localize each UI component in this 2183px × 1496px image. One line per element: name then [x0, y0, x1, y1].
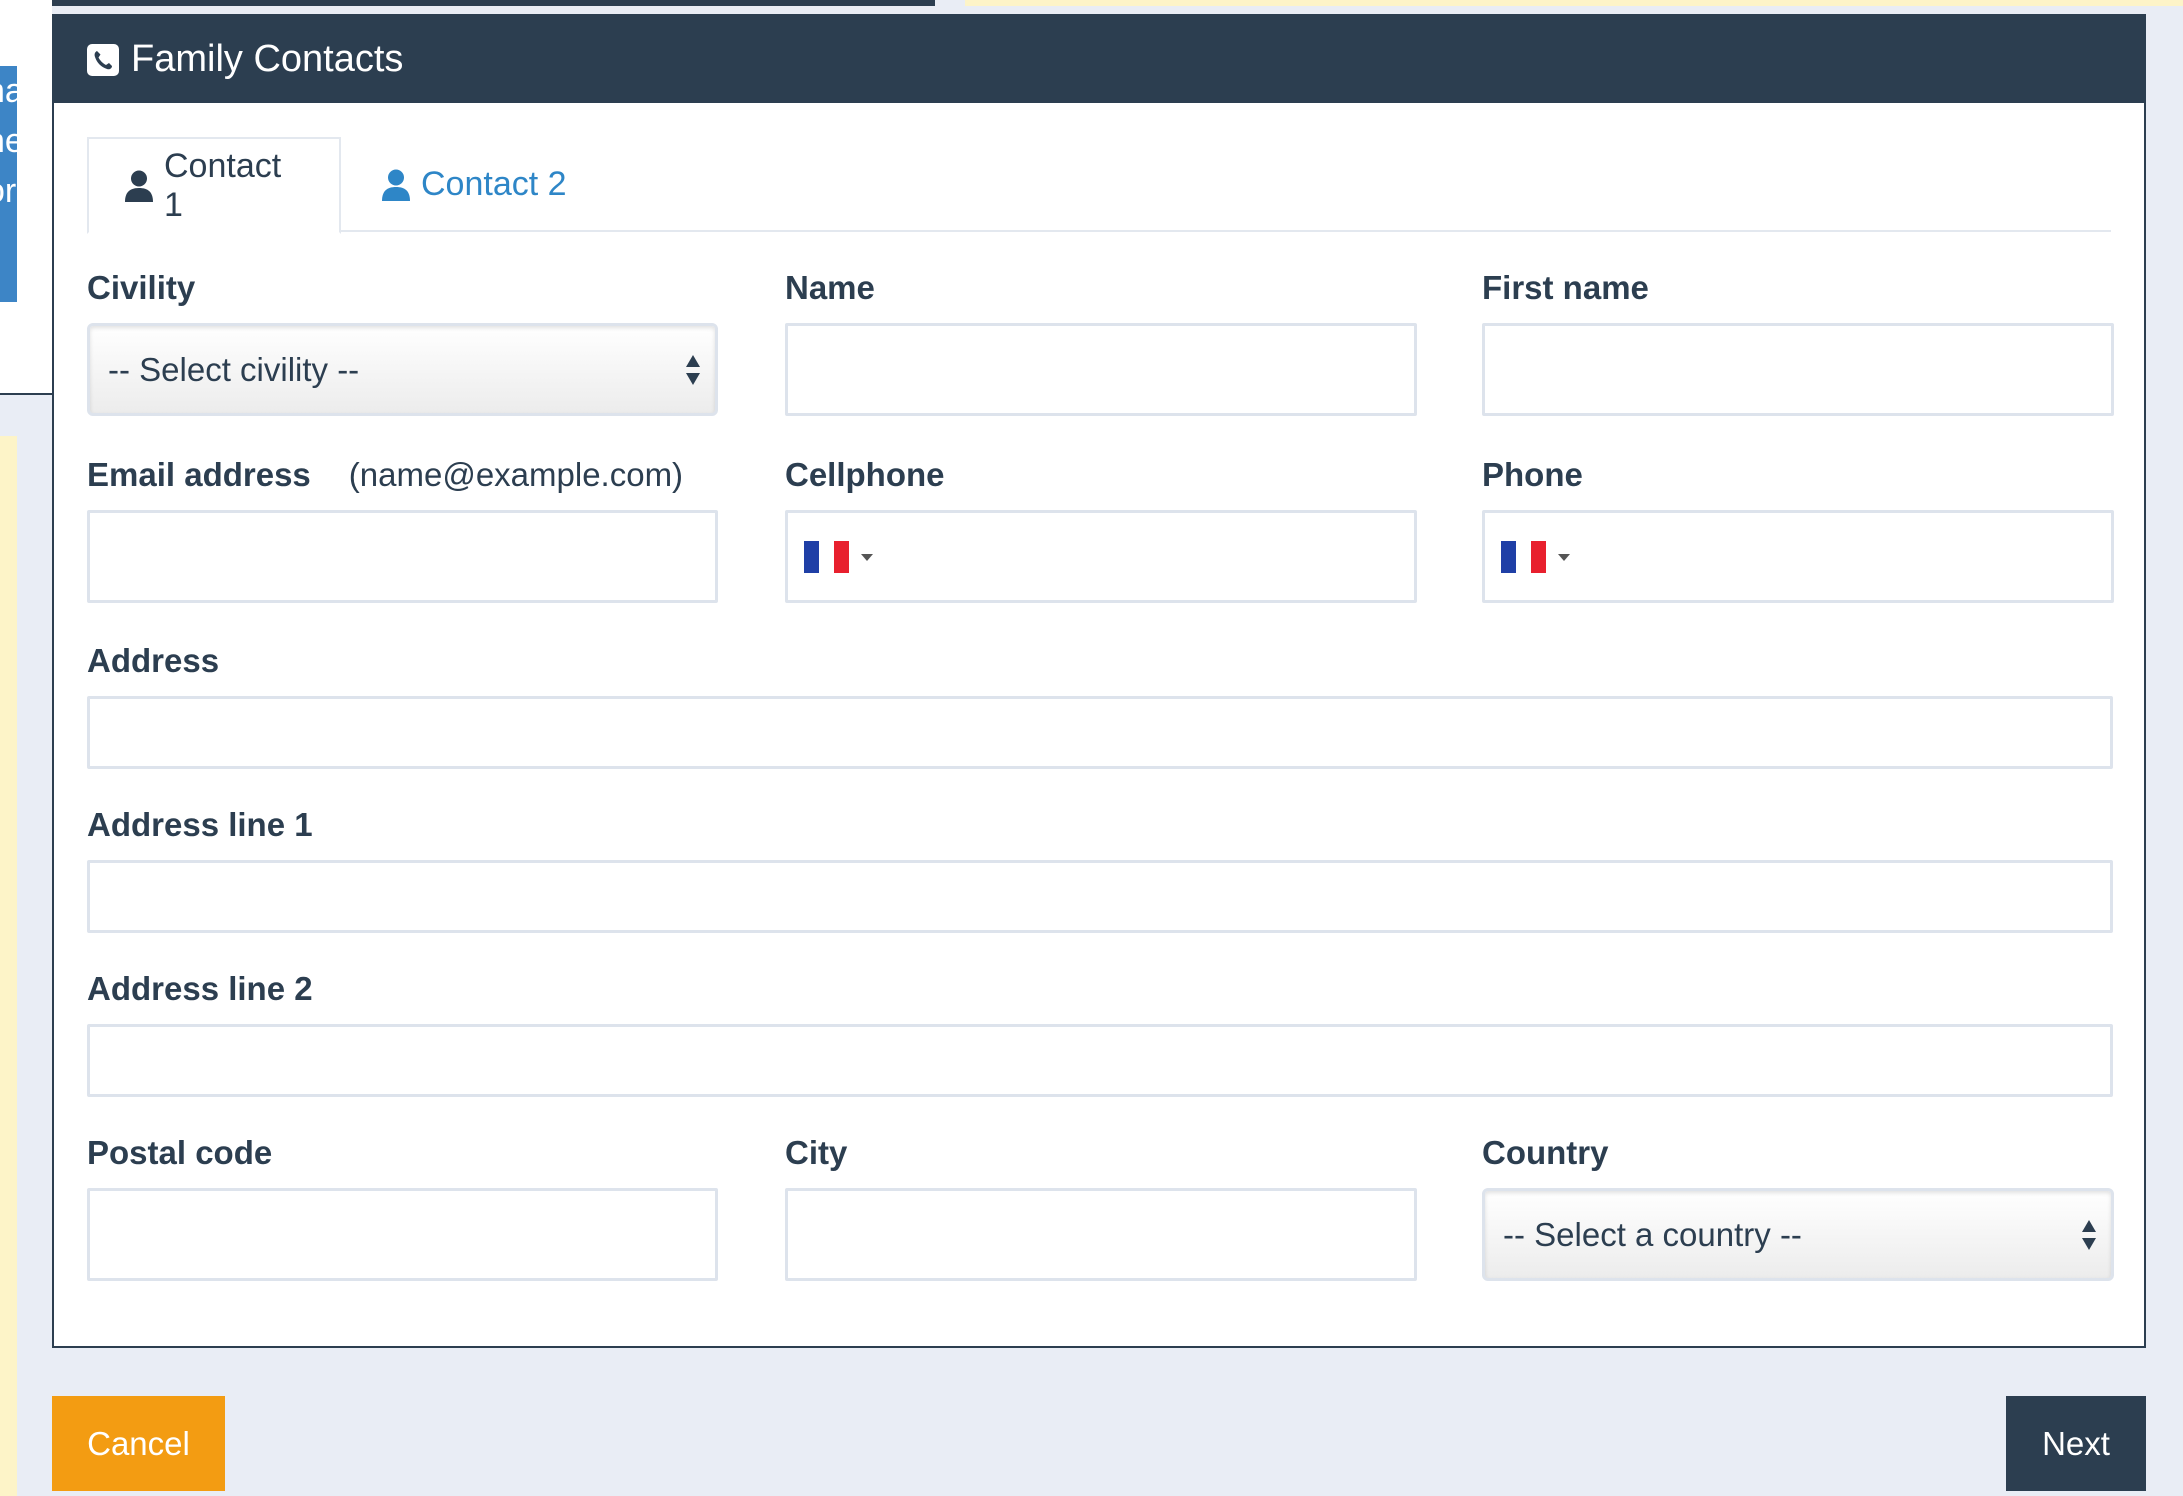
tab-contact-1[interactable]: Contact 1: [87, 137, 341, 234]
cellphone-field: Cellphone: [785, 456, 945, 494]
address-label: Address: [87, 642, 220, 679]
cancel-button[interactable]: Cancel: [52, 1396, 225, 1491]
email-label-text: Email address: [87, 456, 311, 493]
france-flag-icon: [804, 541, 819, 573]
email-field: Email address (name@example.com): [87, 456, 683, 494]
tab-contact-2[interactable]: Contact 2: [341, 137, 601, 232]
family-contacts-panel: Family Contacts Contact 1 Contact 2 Civi…: [52, 14, 2146, 1348]
cellphone-label: Cellphone: [785, 456, 945, 493]
france-flag-icon: [1501, 541, 1516, 573]
address-field: Address: [87, 642, 219, 680]
name-label: Name: [785, 269, 875, 306]
first-name-label: First name: [1482, 269, 1649, 306]
country-flag-dropdown[interactable]: [804, 541, 873, 573]
first-name-field: First name: [1482, 269, 1649, 307]
city-label: City: [785, 1134, 848, 1171]
postal-code-field: Postal code: [87, 1134, 272, 1172]
city-field: City: [785, 1134, 847, 1172]
address-line-2-input[interactable]: [87, 1024, 2113, 1097]
background-text: or: [0, 172, 17, 210]
select-arrows-icon: [2082, 1219, 2096, 1250]
address-line-1-field: Address line 1: [87, 806, 313, 844]
background-text: he: [0, 122, 17, 160]
cellphone-input[interactable]: [785, 510, 1417, 603]
panel-body: Contact 1 Contact 2: [54, 103, 2144, 234]
country-select[interactable]: -- Select a country --: [1482, 1188, 2114, 1281]
tab-label: Contact 2: [421, 165, 567, 203]
country-flag-dropdown[interactable]: [1501, 541, 1570, 573]
email-hint: (name@example.com): [348, 456, 684, 493]
civility-select[interactable]: -- Select civility --: [87, 323, 718, 416]
panel-title: Family Contacts: [131, 38, 404, 80]
civility-select-value: -- Select civility --: [108, 350, 360, 388]
panel-header: Family Contacts: [54, 16, 2144, 103]
civility-field: Civility: [87, 269, 195, 307]
address-line-2-field: Address line 2: [87, 970, 313, 1008]
background-top-strip: [965, 0, 2183, 6]
contact-tabs: Contact 1 Contact 2: [87, 137, 2111, 234]
caret-down-icon: [861, 553, 873, 561]
background-blue-block: na he or: [0, 66, 17, 302]
city-input[interactable]: [785, 1188, 1417, 1281]
postal-code-input[interactable]: [87, 1188, 718, 1281]
address-line-2-label: Address line 2: [87, 970, 313, 1007]
country-label: Country: [1482, 1134, 1609, 1171]
background-text: na: [0, 72, 17, 110]
select-arrows-icon: [686, 354, 700, 385]
name-input[interactable]: [785, 323, 1417, 416]
user-icon: [382, 169, 410, 201]
country-field: Country: [1482, 1134, 1609, 1172]
phone-input[interactable]: [1482, 510, 2114, 603]
tab-label: Contact 1: [164, 146, 282, 224]
address-line-1-input[interactable]: [87, 860, 2113, 933]
phone-field: Phone: [1482, 456, 1583, 494]
next-button[interactable]: Next: [2006, 1396, 2146, 1491]
phone-label: Phone: [1482, 456, 1583, 493]
address-line-1-label: Address line 1: [87, 806, 313, 843]
background-side-strip: [0, 436, 17, 1496]
postal-code-label: Postal code: [87, 1134, 273, 1171]
name-field: Name: [785, 269, 875, 307]
email-input[interactable]: [87, 510, 718, 603]
address-input[interactable]: [87, 696, 2113, 769]
background-top-bar: [0, 0, 935, 6]
user-icon: [125, 170, 153, 202]
caret-down-icon: [1558, 553, 1570, 561]
first-name-input[interactable]: [1482, 323, 2114, 416]
civility-label: Civility: [87, 269, 196, 306]
phone-square-icon: [87, 43, 119, 76]
email-label: Email address (name@example.com): [87, 456, 683, 494]
country-select-value: -- Select a country --: [1503, 1215, 1802, 1253]
